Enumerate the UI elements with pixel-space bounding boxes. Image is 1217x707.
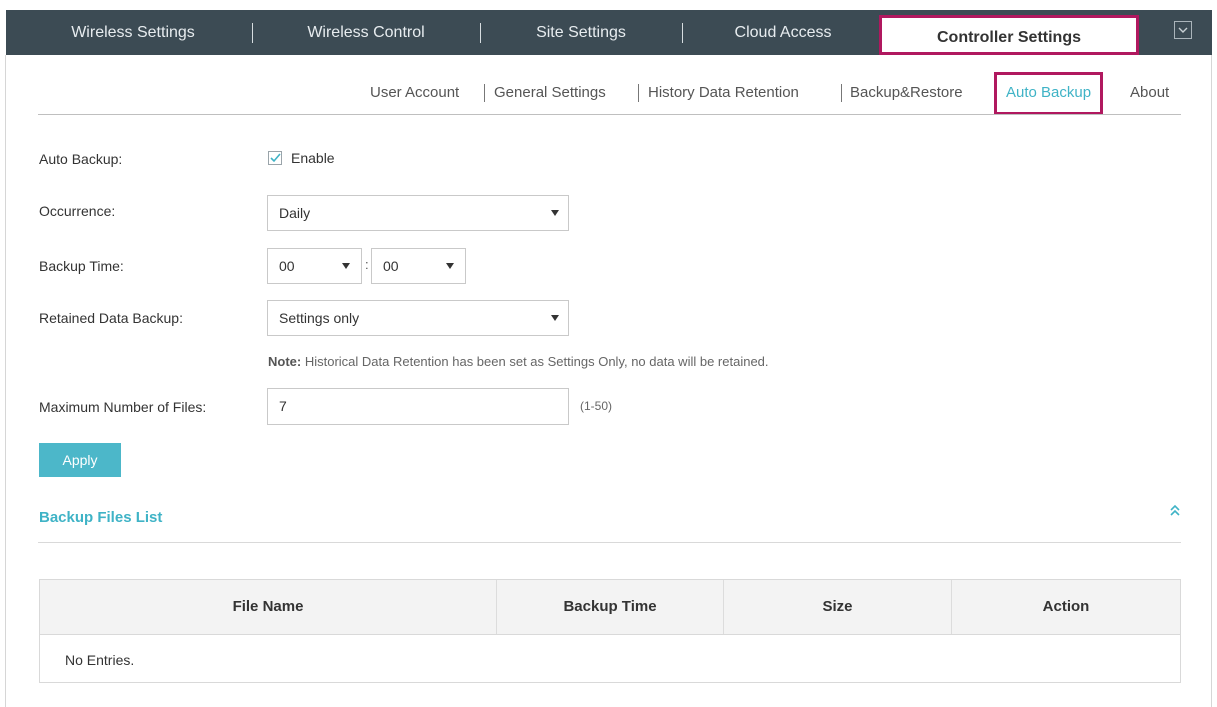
backup-hour-select[interactable]: 00 xyxy=(267,248,362,284)
table-header: File Name Backup Time Size Action xyxy=(40,580,1180,635)
backup-minute-select[interactable]: 00 xyxy=(371,248,466,284)
subnav-history-data-retention[interactable]: History Data Retention xyxy=(648,78,799,108)
auto-backup-label: Auto Backup: xyxy=(39,151,123,167)
subnav-auto-backup[interactable]: Auto Backup xyxy=(994,72,1104,115)
time-separator: : xyxy=(365,257,369,272)
subnav-separator xyxy=(484,84,485,102)
dropdown-arrow-icon xyxy=(551,315,559,321)
occurrence-select[interactable]: Daily xyxy=(267,195,569,231)
tab-wireless-control[interactable]: Wireless Control xyxy=(258,10,474,55)
sub-nav: User Account General Settings History Da… xyxy=(0,72,1217,115)
max-files-range-hint: (1-50) xyxy=(580,399,613,413)
backup-time-label: Backup Time: xyxy=(39,258,124,274)
top-nav-separator xyxy=(480,23,481,43)
retained-data-backup-select[interactable]: Settings only xyxy=(267,300,569,336)
column-header-size: Size xyxy=(724,580,952,634)
subnav-general-settings[interactable]: General Settings xyxy=(494,78,606,108)
retained-data-backup-value: Settings only xyxy=(279,310,360,326)
backup-files-list-title: Backup Files List xyxy=(39,509,163,526)
note-text: Historical Data Retention has been set a… xyxy=(301,354,769,369)
collapse-section-button[interactable] xyxy=(1169,504,1181,523)
backup-files-table: File Name Backup Time Size Action No Ent… xyxy=(39,579,1181,683)
section-divider xyxy=(38,542,1181,543)
retention-note: Note: Historical Data Retention has been… xyxy=(268,354,769,369)
dropdown-arrow-icon xyxy=(551,210,559,216)
chevron-down-icon xyxy=(1178,27,1188,33)
top-nav-separator xyxy=(252,23,253,43)
nav-menu-button[interactable] xyxy=(1174,21,1192,39)
column-header-file-name: File Name xyxy=(40,580,497,634)
subnav-user-account[interactable]: User Account xyxy=(370,78,459,108)
auto-backup-checkbox[interactable] xyxy=(268,151,282,165)
frame-right-border xyxy=(1211,55,1212,707)
tab-site-settings[interactable]: Site Settings xyxy=(486,10,676,55)
subnav-separator xyxy=(638,84,639,102)
subnav-about[interactable]: About xyxy=(1130,78,1169,108)
dropdown-arrow-icon xyxy=(446,263,454,269)
max-files-input[interactable]: 7 xyxy=(267,388,569,425)
frame-left-border xyxy=(5,55,6,707)
retained-data-backup-label: Retained Data Backup: xyxy=(39,310,183,326)
backup-minute-value: 00 xyxy=(383,258,399,274)
table-empty-message: No Entries. xyxy=(65,652,135,668)
tab-controller-settings[interactable]: Controller Settings xyxy=(879,15,1139,55)
occurrence-label: Occurrence: xyxy=(39,203,116,219)
occurrence-value: Daily xyxy=(279,205,311,221)
subnav-divider xyxy=(38,114,1181,115)
note-prefix: Note: xyxy=(268,354,302,369)
column-header-action: Action xyxy=(1042,598,1090,615)
checkmark-icon xyxy=(270,153,281,163)
subnav-separator xyxy=(841,84,842,102)
tab-cloud-access[interactable]: Cloud Access xyxy=(688,10,878,55)
max-files-label: Maximum Number of Files: xyxy=(39,399,207,415)
double-chevron-up-icon xyxy=(1170,504,1180,516)
top-nav: Wireless Settings Wireless Control Site … xyxy=(6,10,1212,55)
tab-wireless-settings[interactable]: Wireless Settings xyxy=(20,10,246,55)
top-nav-separator xyxy=(682,23,683,43)
backup-hour-value: 00 xyxy=(279,258,295,274)
dropdown-arrow-icon xyxy=(342,263,350,269)
auto-backup-enable-label[interactable]: Enable xyxy=(291,150,335,166)
subnav-backup-restore[interactable]: Backup&Restore xyxy=(850,78,963,108)
apply-button[interactable]: Apply xyxy=(39,443,121,477)
column-header-backup-time: Backup Time xyxy=(497,580,724,634)
